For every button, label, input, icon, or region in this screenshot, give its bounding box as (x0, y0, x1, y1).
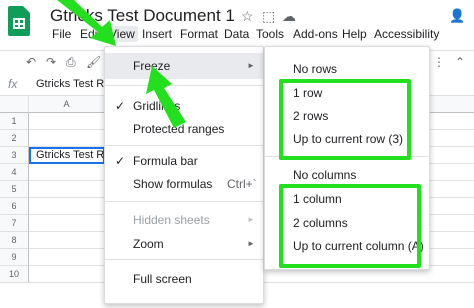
arrow-to-freeze (146, 66, 186, 128)
annotation-arrows (57, 0, 186, 128)
arrow-to-view-menu (57, 0, 116, 46)
